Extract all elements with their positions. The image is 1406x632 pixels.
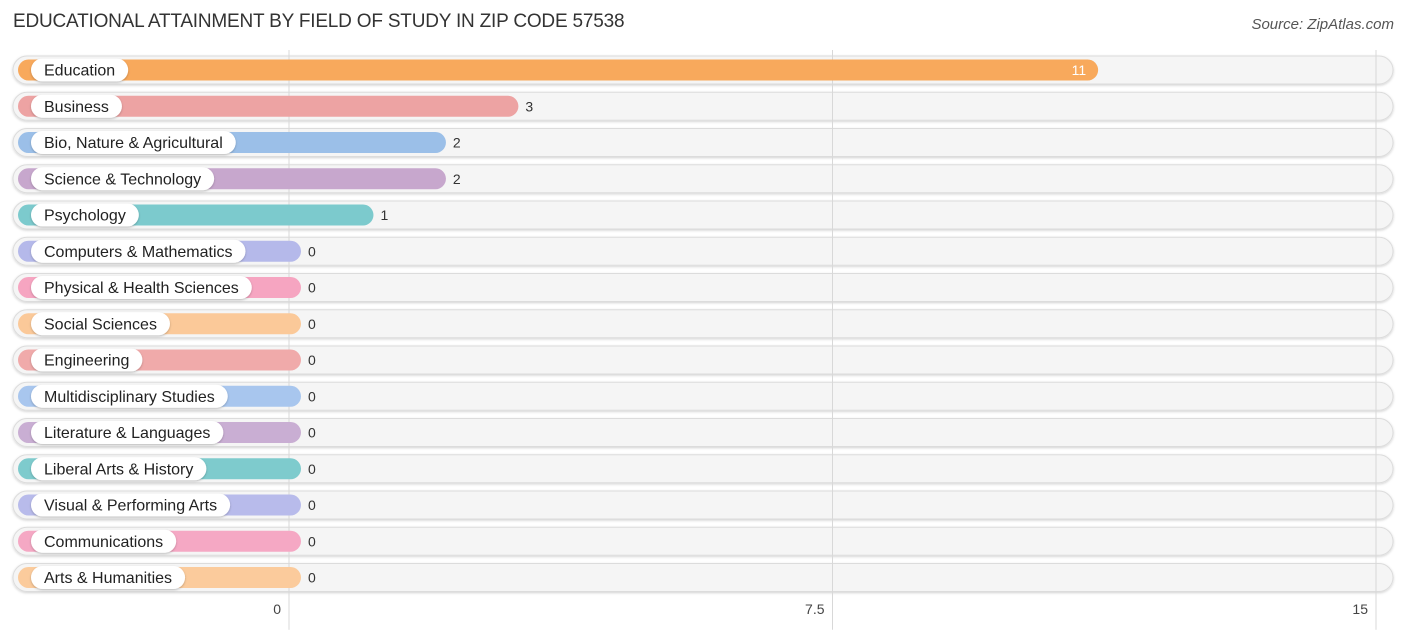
value-label: 0 (308, 352, 316, 368)
category-label: Bio, Nature & Agricultural (44, 135, 223, 152)
bar-row[interactable]: Engineering 0 (18, 348, 316, 372)
category-label: Multidisciplinary Studies (44, 389, 215, 406)
category-label: Education (44, 63, 115, 80)
value-label: 2 (453, 171, 461, 187)
value-label: 0 (308, 425, 316, 441)
bar[interactable] (18, 59, 1099, 81)
value-label: 0 (308, 497, 316, 513)
tick-label: 7.5 (805, 601, 825, 617)
category-label: Psychology (44, 208, 126, 225)
category-label: Business (44, 99, 109, 116)
category-label: Science & Technology (44, 171, 201, 188)
bar-row[interactable]: Multidisciplinary Studies 0 (18, 384, 316, 408)
category-label: Physical & Health Sciences (44, 280, 239, 297)
bar-row[interactable]: Visual & Performing Arts 0 (18, 493, 316, 517)
bar-row[interactable]: Business 3 (18, 94, 533, 118)
value-label: 0 (308, 570, 316, 586)
category-label: Communications (44, 534, 163, 551)
value-label: 0 (308, 316, 316, 332)
bar-row[interactable]: Social Sciences 0 (18, 312, 316, 336)
value-label: 0 (308, 388, 316, 404)
bar-row[interactable]: Arts & Humanities 0 (18, 566, 316, 589)
category-label: Arts & Humanities (44, 570, 172, 587)
category-label: Literature & Languages (44, 425, 210, 442)
bar-row[interactable]: Physical & Health Sciences 0 (18, 276, 316, 299)
category-label: Engineering (44, 353, 129, 370)
bar-chart: 0 7.5 15 Education 11 Business 3 Bio, Nature &… (12, 50, 1394, 630)
value-label: 0 (308, 243, 316, 259)
bar-row[interactable]: Communications 0 (18, 529, 316, 553)
value-label: 1 (380, 207, 388, 223)
bar-row[interactable]: Bio, Nature & Agricultural 2 (18, 131, 461, 154)
category-label: Visual & Performing Arts (44, 498, 217, 515)
bar-row[interactable]: Computers & Mathematics 0 (18, 239, 316, 263)
value-label: 0 (308, 533, 316, 549)
category-label: Computers & Mathematics (44, 244, 233, 261)
bar-row[interactable]: Psychology 1 (18, 203, 388, 227)
category-label: Social Sciences (44, 316, 157, 333)
bar-row[interactable]: Education 11 (18, 58, 1099, 82)
value-label: 0 (308, 280, 316, 296)
value-label: 11 (1072, 62, 1087, 78)
x-axis-ticks: 0 7.5 15 (273, 601, 1368, 617)
tick-label: 15 (1352, 601, 1368, 617)
value-label: 2 (453, 135, 461, 151)
tick-label: 0 (273, 601, 281, 617)
bar-row[interactable]: Liberal Arts & History 0 (18, 457, 316, 481)
value-label: 3 (525, 98, 533, 114)
bar-row[interactable]: Science & Technology 2 (18, 167, 461, 191)
value-label: 0 (308, 461, 316, 477)
category-label: Liberal Arts & History (44, 461, 193, 478)
bar-row[interactable]: Literature & Languages 0 (18, 421, 316, 444)
